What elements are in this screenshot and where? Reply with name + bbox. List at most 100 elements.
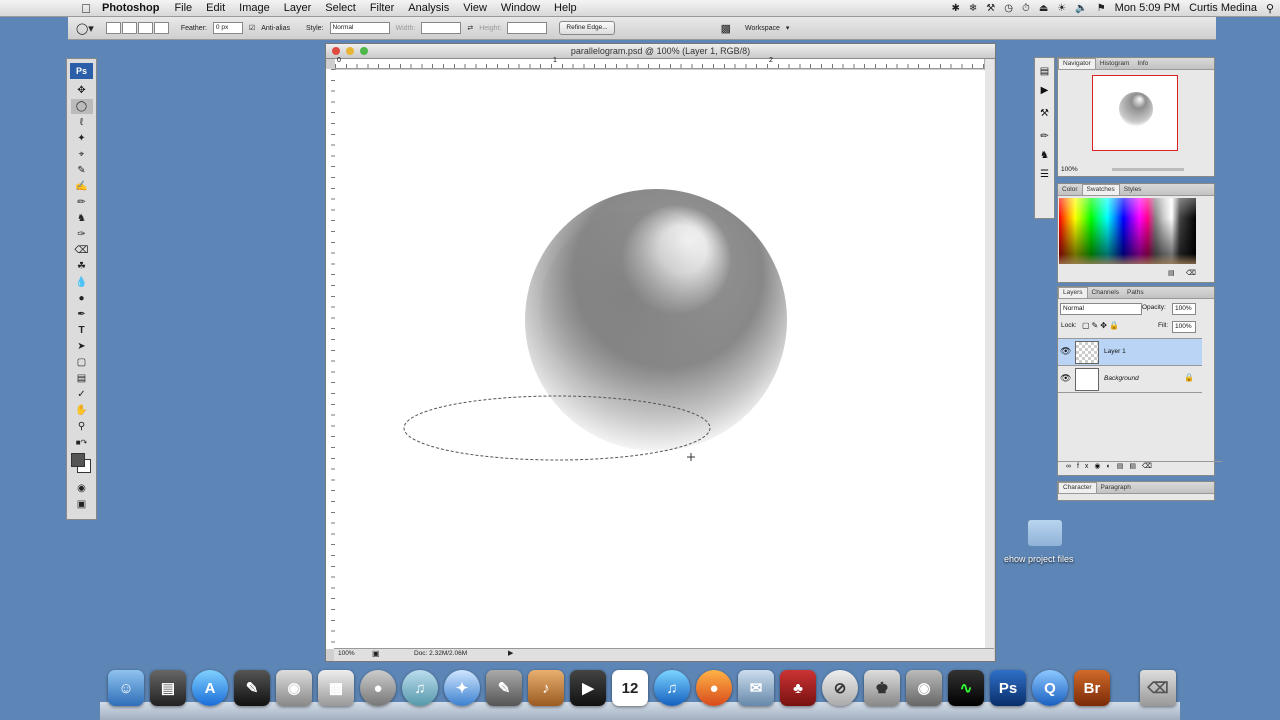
tools-icon[interactable]: ⚒: [986, 3, 995, 14]
rectangle-tool-icon[interactable]: ▢: [71, 355, 93, 370]
paint-bucket-tool-icon[interactable]: ☘: [71, 259, 93, 274]
photoshop-logo[interactable]: Ps: [70, 63, 93, 79]
type-tool-icon[interactable]: T: [71, 323, 93, 338]
new-swatch-icon[interactable]: ▤: [1168, 269, 1175, 277]
trash-icon[interactable]: ⌫: [1140, 670, 1176, 706]
menu-window[interactable]: Window: [494, 2, 547, 14]
script-editor-icon[interactable]: ✎: [486, 670, 522, 706]
time-machine-icon[interactable]: ◷: [1004, 3, 1013, 14]
wifi-icon[interactable]: ☀: [1057, 3, 1066, 14]
zoom-button[interactable]: [360, 47, 368, 55]
pen-tool-icon[interactable]: ✒: [71, 307, 93, 322]
menu-image[interactable]: Image: [232, 2, 277, 14]
elliptical-marquee-tool-icon[interactable]: ◯: [70, 99, 93, 114]
visibility-eye-icon[interactable]: 👁: [1060, 373, 1071, 384]
menu-file[interactable]: File: [167, 2, 199, 14]
menu-help[interactable]: Help: [547, 2, 584, 14]
zoom-tool-icon[interactable]: ⚲: [71, 419, 93, 434]
blur-tool-icon[interactable]: 💧: [71, 275, 93, 290]
navigator-preview[interactable]: [1092, 75, 1178, 151]
tab-styles[interactable]: Styles: [1120, 185, 1146, 195]
color-swatches[interactable]: [67, 451, 96, 473]
layer-row-layer-1[interactable]: 👁 Layer 1: [1058, 338, 1202, 365]
vertical-scrollbar[interactable]: [984, 59, 994, 649]
itunes-disc-icon[interactable]: ♫: [402, 670, 438, 706]
antialias-checkbox[interactable]: ☑: [249, 24, 255, 32]
lasso-tool-icon[interactable]: ℓ: [71, 115, 93, 130]
apple-menu-icon[interactable]: : [76, 1, 96, 16]
zoom-level[interactable]: 100%: [338, 650, 355, 657]
swatch-grid[interactable]: [1059, 198, 1196, 264]
visibility-eye-icon[interactable]: 👁: [1060, 346, 1071, 357]
intersect-selection-icon[interactable]: [153, 22, 169, 34]
lock-icons[interactable]: ▢✎✥🔒: [1082, 321, 1121, 330]
tab-color[interactable]: Color: [1058, 185, 1082, 195]
eyedropper-tool-icon[interactable]: ✓: [71, 387, 93, 402]
tool-presets-icon[interactable]: ⚒: [1035, 108, 1054, 119]
history-panel-icon[interactable]: ▤: [1035, 66, 1054, 77]
fill-input[interactable]: 100%: [1172, 321, 1196, 333]
notes-tool-icon[interactable]: ▤: [71, 371, 93, 386]
camera-icon[interactable]: ◉: [906, 670, 942, 706]
menu-select[interactable]: Select: [318, 2, 363, 14]
tab-swatches[interactable]: Swatches: [1081, 184, 1120, 195]
garageband-icon[interactable]: ♪: [528, 670, 564, 706]
workspace-menu[interactable]: Workspace: [745, 25, 780, 32]
new-selection-icon[interactable]: [105, 22, 121, 34]
tab-histogram[interactable]: Histogram: [1096, 59, 1134, 69]
firefox-icon[interactable]: ●: [696, 670, 732, 706]
tab-character[interactable]: Character: [1058, 482, 1097, 493]
layer-row-background[interactable]: 👁 Background 🔒: [1058, 365, 1202, 393]
preview-icon[interactable]: ▩: [318, 670, 354, 706]
slice-tool-icon[interactable]: ✎: [71, 163, 93, 178]
dodge-tool-icon[interactable]: ●: [71, 291, 93, 306]
stopwatch-icon[interactable]: ⊘: [822, 670, 858, 706]
move-tool-icon[interactable]: ✥: [71, 83, 93, 98]
bridge-launch-icon[interactable]: ▩: [721, 22, 731, 35]
quick-mask-icon[interactable]: ◉: [71, 481, 93, 496]
magic-wand-tool-icon[interactable]: ✦: [71, 131, 93, 146]
photo-booth-icon[interactable]: ▤: [150, 670, 186, 706]
tab-navigator[interactable]: Navigator: [1058, 58, 1096, 69]
style-select[interactable]: Normal: [329, 22, 390, 34]
snowflake-icon[interactable]: ❄: [969, 3, 977, 14]
brush-tool-icon[interactable]: ✏: [71, 195, 93, 210]
navigator-zoom[interactable]: 100%: [1061, 166, 1078, 173]
finder-icon[interactable]: ☺: [108, 670, 144, 706]
menu-analysis[interactable]: Analysis: [401, 2, 456, 14]
path-selection-tool-icon[interactable]: ➤: [71, 339, 93, 354]
swap-colors-icon[interactable]: ■↷: [71, 435, 93, 450]
clone-source-icon[interactable]: ♞: [1035, 150, 1054, 161]
clone-stamp-tool-icon[interactable]: ♞: [71, 211, 93, 226]
layer-name[interactable]: Layer 1: [1104, 348, 1126, 355]
calendar-icon[interactable]: 12: [612, 670, 648, 706]
brushes-panel-icon[interactable]: ✏: [1035, 131, 1054, 142]
app-menu[interactable]: Photoshop: [96, 2, 167, 14]
canvas[interactable]: [335, 70, 985, 648]
swap-icon[interactable]: ⇄: [467, 24, 473, 32]
refine-edge-button[interactable]: Refine Edge...: [559, 21, 615, 35]
final-cut-icon[interactable]: ✎: [234, 670, 270, 706]
layer-name[interactable]: Background: [1104, 375, 1139, 382]
volume-icon[interactable]: 🔈: [1075, 3, 1087, 14]
subtract-selection-icon[interactable]: [137, 22, 153, 34]
tab-paragraph[interactable]: Paragraph: [1097, 483, 1135, 493]
activity-monitor-icon[interactable]: ∿: [948, 670, 984, 706]
bridge-icon[interactable]: Br: [1074, 670, 1110, 706]
status-menu-arrow-icon[interactable]: ▶: [508, 649, 513, 657]
wine-icon[interactable]: ♣: [780, 670, 816, 706]
safari-icon[interactable]: ✦: [444, 670, 480, 706]
eject-icon[interactable]: ⏏: [1039, 3, 1048, 14]
folder-label[interactable]: ehow project files: [1004, 554, 1074, 564]
close-button[interactable]: [332, 47, 340, 55]
user-name[interactable]: Curtis Medina: [1189, 2, 1257, 14]
menu-layer[interactable]: Layer: [277, 2, 319, 14]
minimize-button[interactable]: [346, 47, 354, 55]
screen-mode-icon[interactable]: ▣: [71, 497, 93, 512]
layer-comps-icon[interactable]: ☰: [1035, 169, 1054, 180]
blend-mode-select[interactable]: Normal: [1060, 303, 1142, 315]
itunes-icon[interactable]: ♫: [654, 670, 690, 706]
workspace-chevron-icon[interactable]: ▾: [786, 24, 790, 32]
navigator-zoom-slider[interactable]: [1112, 168, 1184, 171]
tab-channels[interactable]: Channels: [1088, 288, 1123, 298]
